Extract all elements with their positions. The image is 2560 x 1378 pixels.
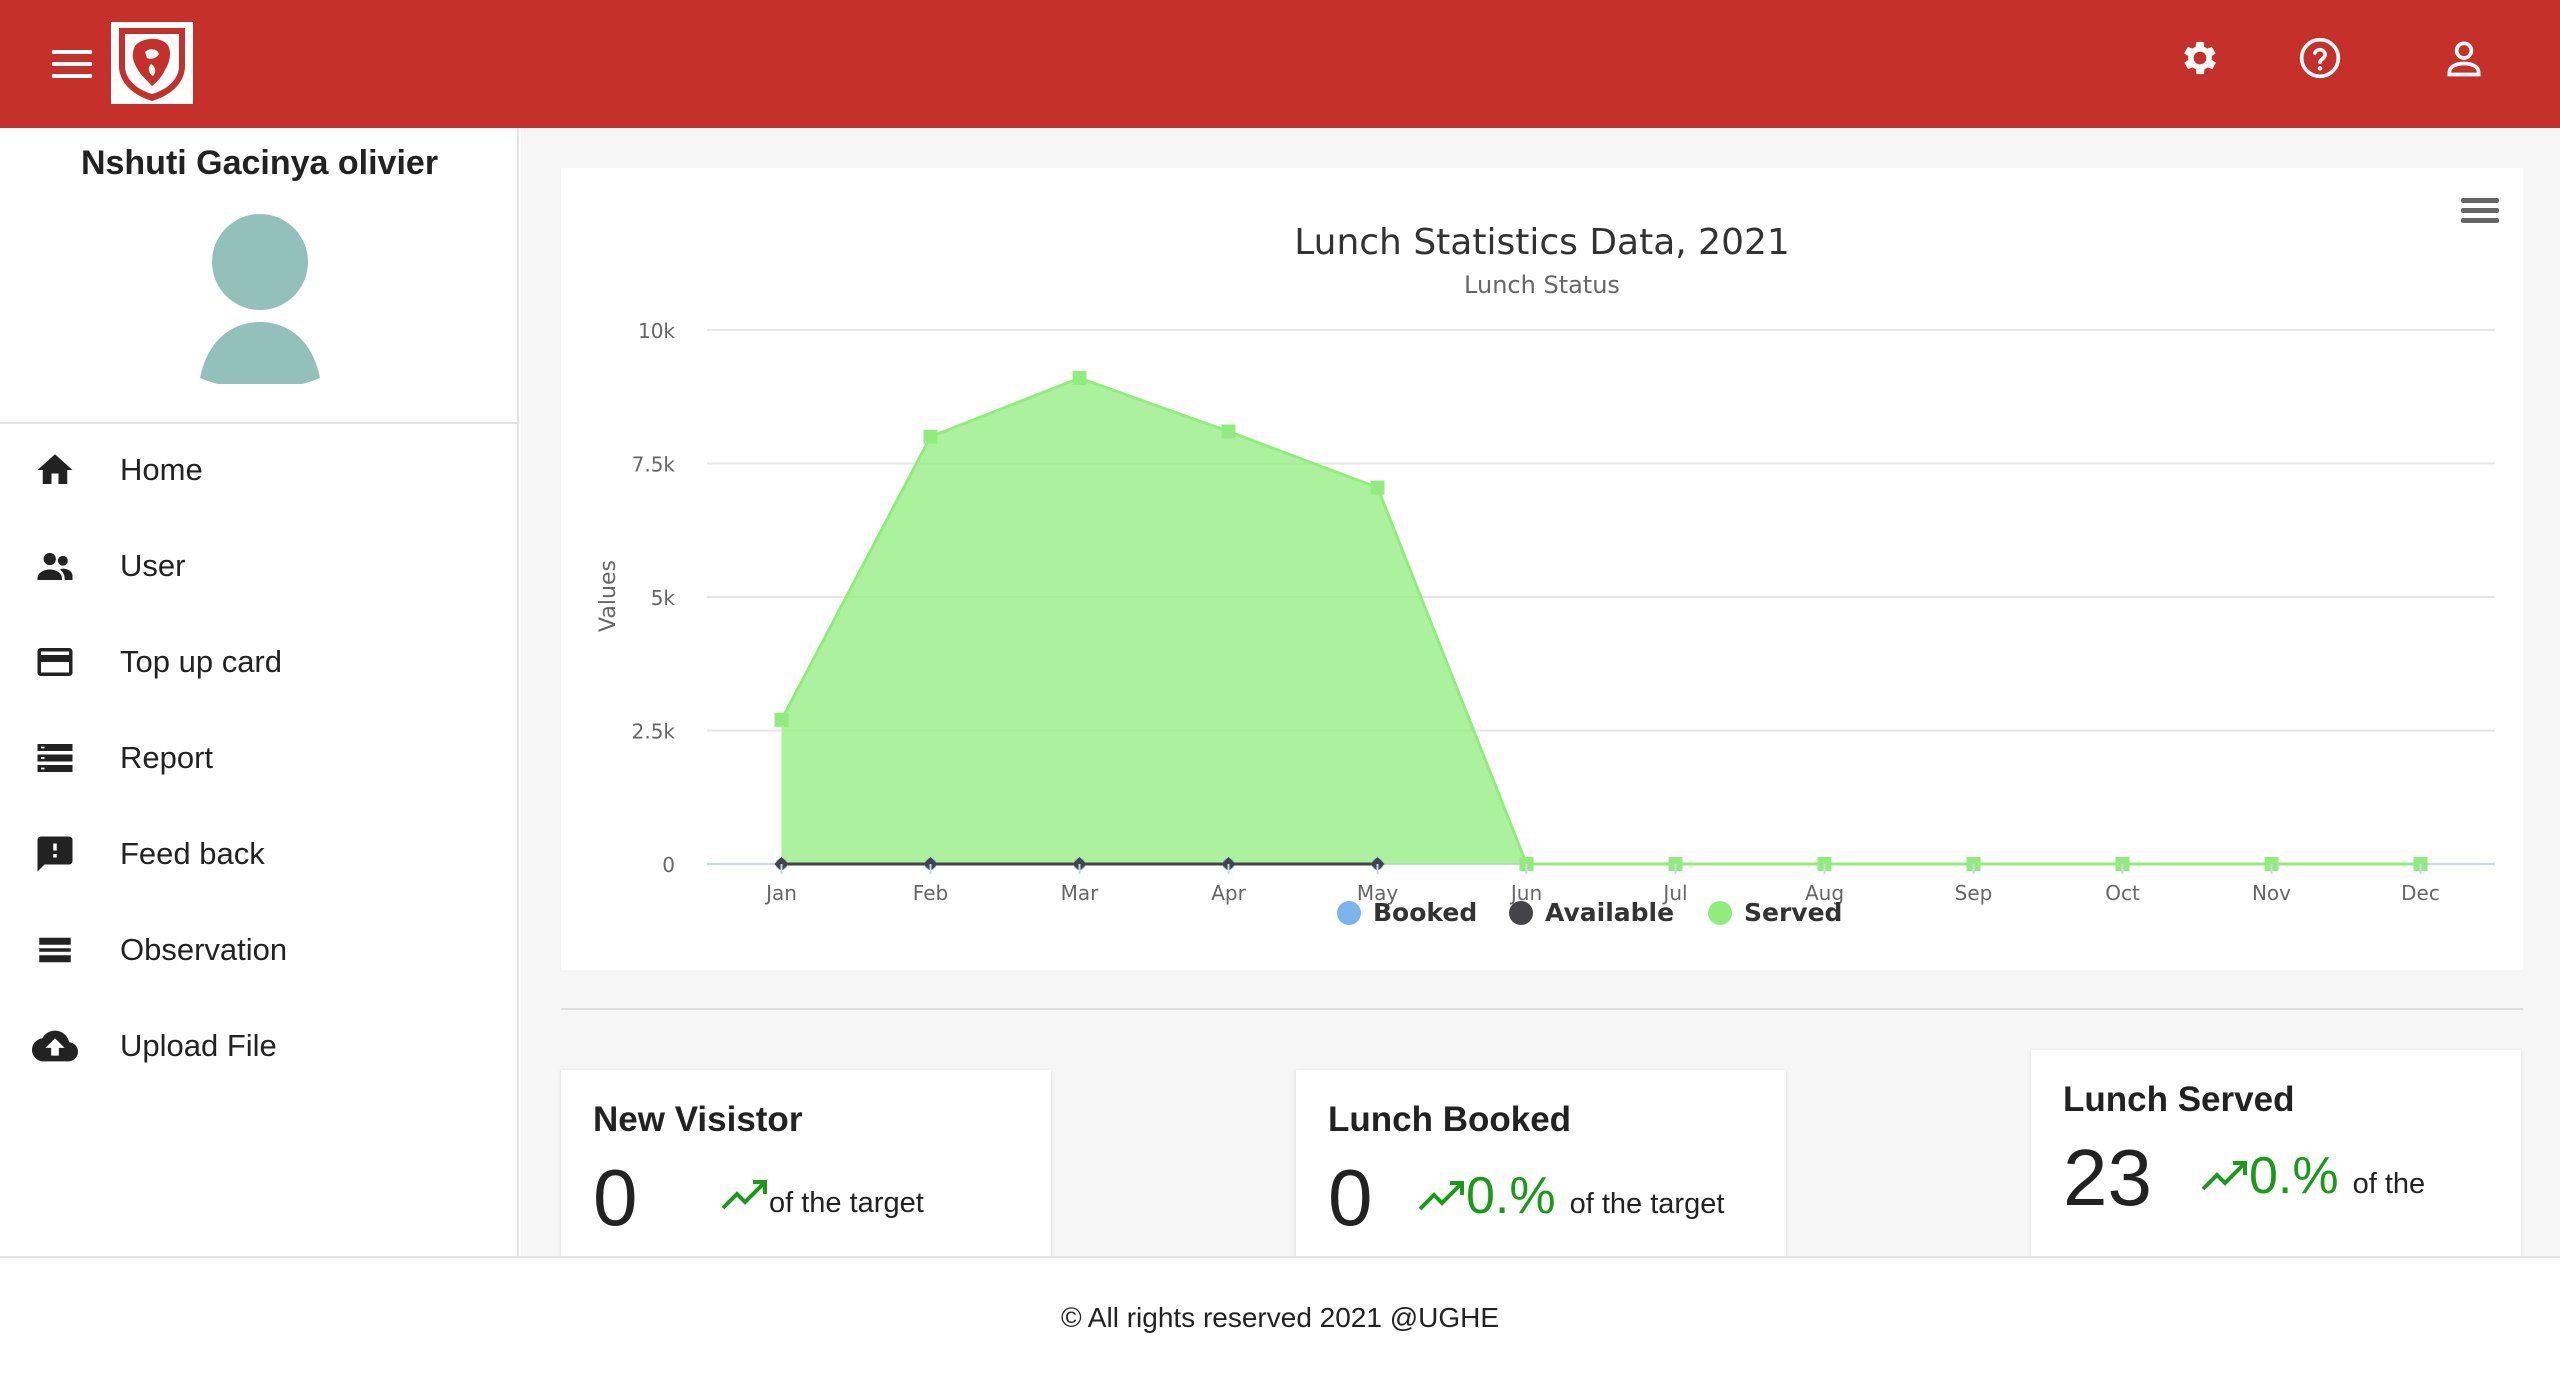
cloud-upload-icon	[32, 1023, 78, 1069]
stat-value: 0	[1328, 1153, 1373, 1242]
table-rows-icon	[32, 927, 78, 973]
trending-up-icon	[2201, 1161, 2247, 1191]
footer: © All rights reserved 2021 @UGHE	[0, 1256, 2560, 1378]
y-tick-label: 10k	[638, 319, 675, 343]
main-content: Lunch Statistics Data, 2021 Lunch Status…	[521, 128, 2560, 1256]
x-tick-label: Sep	[1955, 881, 1993, 905]
trending-up-icon	[1418, 1181, 1464, 1211]
sidebar-item-upload-file[interactable]: Upload File	[0, 998, 519, 1094]
help-circle-icon[interactable]	[2292, 30, 2348, 86]
lunch-statistics-chart: Lunch Statistics Data, 2021 Lunch Status…	[596, 222, 2495, 927]
legend-label: Booked	[1373, 898, 1477, 927]
x-tick-label: Oct	[2105, 881, 2140, 905]
top-app-bar	[0, 0, 2560, 128]
stat-card-lunch-served: Lunch Served 23 0.% of the	[2031, 1050, 2521, 1256]
hamburger-menu-icon[interactable]	[52, 50, 92, 80]
stat-value: 0	[593, 1153, 638, 1242]
person-icon[interactable]	[2436, 30, 2492, 86]
lunch-statistics-chart-card: Lunch Statistics Data, 2021 Lunch Status…	[561, 168, 2523, 970]
x-tick-label: Feb	[913, 881, 948, 905]
data-point-served	[1370, 480, 1385, 495]
stat-title: New Visistor	[593, 1100, 803, 1139]
sidebar-item-report[interactable]: Report	[0, 710, 519, 806]
stat-note: of the target	[769, 1187, 924, 1219]
data-point-served	[1221, 424, 1236, 439]
stat-card-lunch-booked: Lunch Booked 0 0.% of the target	[1296, 1070, 1786, 1256]
x-tick-label: Dec	[2401, 881, 2440, 905]
stat-note: of the target	[1569, 1188, 1725, 1220]
people-icon	[32, 543, 78, 589]
content-divider	[561, 1008, 2523, 1010]
series-area-served	[781, 378, 2421, 864]
y-tick-label: 0	[662, 853, 675, 877]
legend-label: Served	[1744, 898, 1842, 927]
y-axis-label: Values	[596, 560, 621, 632]
lion-shield-logo[interactable]	[111, 22, 193, 104]
home-icon	[32, 447, 78, 493]
data-point-served	[923, 429, 938, 444]
sidebar-item-label: Upload File	[120, 1028, 277, 1063]
chart-title: Lunch Statistics Data, 2021	[1294, 222, 1790, 263]
stat-trend: 0.% of the	[2201, 1146, 2425, 1206]
sidebar-item-label: Observation	[120, 932, 288, 967]
x-tick-label: Apr	[1211, 881, 1246, 905]
trending-up-icon	[721, 1180, 767, 1210]
legend-label: Available	[1545, 898, 1674, 927]
stat-percent: 0.%	[2249, 1147, 2339, 1205]
y-tick-label: 7.5k	[632, 453, 676, 477]
y-tick-label: 5k	[651, 586, 676, 610]
avatar-placeholder-icon	[196, 214, 324, 390]
stat-card-new-visitor: New Visistor 0 of the target	[561, 1070, 1051, 1256]
sidebar: Nshuti Gacinya olivier Home User Top up …	[0, 128, 519, 1256]
x-tick-label: Mar	[1061, 881, 1100, 905]
sidebar-item-label: Feed back	[120, 836, 265, 871]
sidebar-item-label: Report	[120, 740, 214, 775]
x-tick-label: Jan	[764, 881, 797, 905]
stat-note: of the	[2352, 1168, 2426, 1200]
x-tick-label: Nov	[2252, 881, 2291, 905]
legend-marker	[1509, 901, 1533, 925]
data-point-served	[1072, 371, 1087, 386]
feedback-icon	[32, 831, 78, 877]
stat-percent: 0.%	[1466, 1167, 1556, 1225]
chart-subtitle: Lunch Status	[1464, 271, 1620, 299]
stat-value: 23	[2063, 1133, 2152, 1222]
stat-title: Lunch Served	[2063, 1080, 2295, 1119]
sidebar-item-home[interactable]: Home	[0, 422, 519, 518]
user-name: Nshuti Gacinya olivier	[80, 144, 439, 182]
credit-card-icon	[32, 639, 78, 685]
legend-marker	[1708, 901, 1732, 925]
chart-context-menu-icon[interactable]	[2461, 198, 2499, 228]
sidebar-item-label: Home	[120, 452, 203, 487]
sidebar-item-observation[interactable]: Observation	[0, 902, 519, 998]
sidebar-item-top-up-card[interactable]: Top up card	[0, 614, 519, 710]
sidebar-item-label: Top up card	[120, 644, 282, 679]
stat-trend: 0.% of the target	[1418, 1166, 1724, 1226]
y-tick-label: 2.5k	[632, 720, 676, 744]
sidebar-item-label: User	[120, 548, 186, 583]
sidebar-item-feed-back[interactable]: Feed back	[0, 806, 519, 902]
gear-icon[interactable]	[2172, 30, 2228, 86]
stat-trend: of the target	[721, 1178, 924, 1220]
data-point-served	[774, 712, 789, 727]
footer-copyright: © All rights reserved 2021 @UGHE	[1060, 1302, 1500, 1333]
legend-marker	[1337, 901, 1361, 925]
sidebar-item-user[interactable]: User	[0, 518, 519, 614]
legend-item-served[interactable]: Served	[1708, 898, 1842, 927]
stat-title: Lunch Booked	[1328, 1100, 1572, 1139]
list-icon	[32, 735, 78, 781]
x-tick-label: Jun	[1509, 881, 1542, 905]
